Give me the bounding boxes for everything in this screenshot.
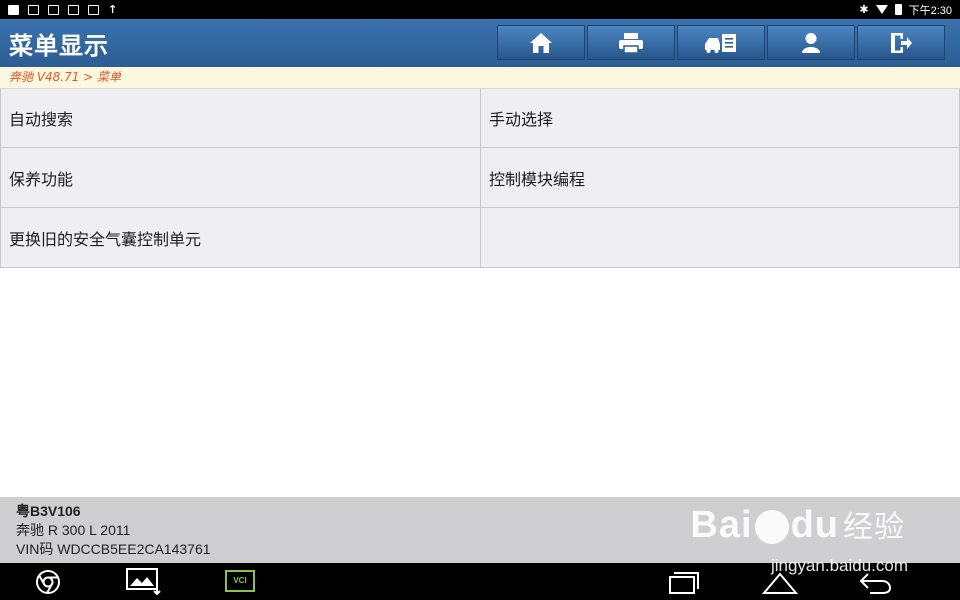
menu-item-empty	[480, 208, 960, 268]
printer-icon	[619, 32, 643, 54]
breadcrumb: 奔驰 V48.71 > 菜单	[0, 67, 960, 88]
wifi-icon	[875, 5, 888, 14]
menu-item-manual-select[interactable]: 手动选择	[480, 88, 960, 148]
menu-grid: 自动搜索 手动选择 保养功能 控制模块编程 更换旧的安全气囊控制单元	[0, 88, 960, 268]
camera-notification-icon	[28, 4, 39, 15]
toolbar	[497, 25, 945, 60]
car-document-button[interactable]	[677, 25, 765, 60]
recent-apps-icon[interactable]	[668, 571, 700, 595]
menu-item-auto-search[interactable]: 自动搜索	[0, 88, 481, 148]
bluetooth-icon: ✱	[859, 4, 869, 16]
stethoscope-notification-icon	[48, 4, 59, 15]
menu-item-replace-airbag-unit[interactable]: 更换旧的安全气囊控制单元	[0, 208, 481, 268]
watermark-brand-left: Bai	[690, 504, 753, 546]
exit-button[interactable]	[857, 25, 945, 60]
watermark-url: jingyan.baidu.com	[770, 556, 908, 575]
paw-icon	[754, 509, 789, 544]
video-notification-icon	[88, 4, 99, 15]
screenshot-gallery-icon[interactable]	[126, 567, 162, 595]
upload-icon: ↑	[108, 3, 118, 16]
exit-icon	[891, 32, 912, 53]
status-notifications: ↑	[8, 3, 117, 16]
watermark-brand-right: du	[790, 504, 839, 546]
home-icon	[530, 32, 552, 53]
status-bar: ↑ ✱ 下午2:30	[0, 0, 960, 19]
menu-item-maintenance[interactable]: 保养功能	[0, 148, 481, 208]
battery-icon	[894, 4, 902, 15]
menu-item-module-programming[interactable]: 控制模块编程	[480, 148, 960, 208]
baidu-watermark: Bai du 经验	[690, 502, 905, 547]
image-notification-icon	[68, 4, 79, 15]
car-document-icon	[705, 33, 736, 53]
user-button[interactable]	[767, 25, 855, 60]
page-title: 菜单显示	[9, 31, 109, 60]
notification-icon	[8, 4, 19, 15]
title-bar: 菜单显示	[0, 19, 960, 67]
vci-status-icon[interactable]: VCI	[225, 570, 255, 592]
home-button[interactable]	[497, 25, 585, 60]
watermark-brand-cn: 经验	[843, 511, 905, 544]
chrome-icon[interactable]	[35, 569, 61, 595]
user-icon	[802, 32, 820, 53]
vci-label: VCI	[233, 576, 247, 585]
print-button[interactable]	[587, 25, 675, 60]
status-time: 下午2:30	[908, 4, 952, 17]
